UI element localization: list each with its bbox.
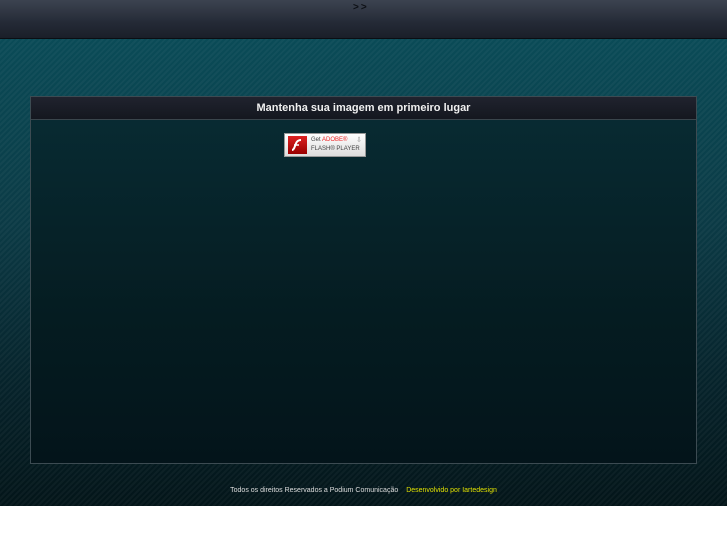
developer-link[interactable]: Desenvolvido por Iartedesign: [406, 487, 497, 494]
get-flash-player-button[interactable]: Get ADOBE® FLASH® PLAYER ⇩: [284, 133, 366, 157]
content-panel: Mantenha sua imagem em primeiro lugar Ge…: [30, 96, 697, 464]
download-icon: ⇩: [356, 137, 362, 144]
top-bar: >>: [0, 0, 727, 39]
nav-arrows[interactable]: >>: [353, 2, 369, 13]
panel-title: Mantenha sua imagem em primeiro lugar: [31, 97, 696, 120]
footer: Todos os direitos Reservados a Podium Co…: [0, 487, 727, 494]
flash-line2: FLASH® PLAYER: [311, 146, 360, 152]
flash-icon: [288, 136, 307, 154]
flash-line1: Get ADOBE®: [311, 137, 348, 143]
copyright-text: Todos os direitos Reservados a Podium Co…: [230, 487, 399, 494]
